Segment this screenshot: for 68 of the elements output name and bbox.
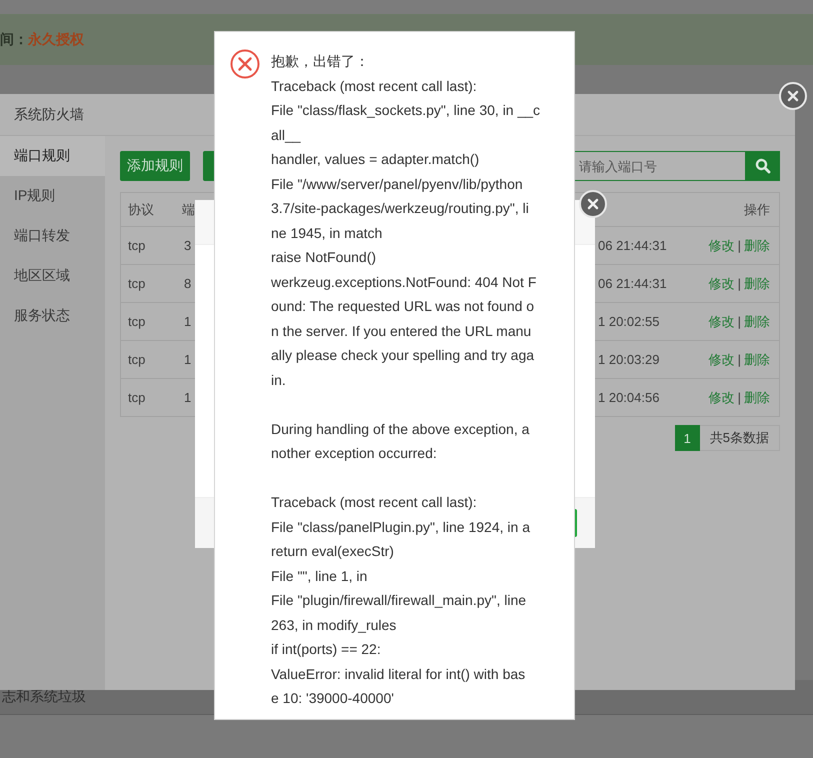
table-cell-text: 1 (183, 389, 192, 407)
edit-link[interactable]: 修改 (708, 350, 735, 368)
close-icon (787, 90, 799, 102)
delete-link[interactable]: 删除 (744, 236, 770, 254)
dialog-title: 系统防火墙 (14, 106, 84, 124)
error-line: File "class/panelPlugin.py", line 1924, in a (271, 518, 531, 537)
error-line: ValueError: invalid literal for int() with bas (271, 664, 526, 684)
delete-link[interactable]: 删除 (744, 388, 770, 406)
error-line: ally please check your spelling and try aga (271, 346, 536, 365)
delete-link[interactable]: 删除 (744, 312, 770, 330)
separator: | (738, 238, 741, 253)
column-header: 操作 (680, 193, 779, 227)
separator: | (738, 352, 741, 367)
column-header: 协议 (121, 193, 181, 227)
error-line: 3.7/site-packages/werkzeug/routing.py", li (271, 199, 530, 218)
error-icon (230, 49, 260, 79)
error-line: e 10: '39000-40000' (271, 689, 395, 708)
error-title: 抱歉，出错了： (271, 52, 370, 71)
table-cell: 06 21:44:31 (596, 227, 680, 265)
error-line: all__ (271, 126, 302, 145)
table-cell: 1 20:03:29 (596, 341, 680, 379)
total-count: 共5条数据 (700, 425, 780, 451)
close-icon (587, 198, 599, 210)
error-line: Traceback (most recent call last): (271, 493, 478, 512)
table-cell-text: 1 20:04:56 (597, 389, 660, 407)
table-cell: tcp (121, 265, 181, 303)
error-line: During handling of the above exception, a (271, 420, 530, 439)
error-line: in. (271, 370, 287, 390)
edit-link[interactable]: 修改 (708, 274, 735, 292)
table-cell: 06 21:44:31 (596, 265, 680, 303)
delete-link[interactable]: 删除 (744, 350, 770, 368)
error-line: handler, values = adapter.match() (271, 150, 480, 169)
table-cell: tcp (121, 341, 181, 379)
error-line: Traceback (most recent call last): (271, 76, 478, 96)
error-line: ound: The requested URL was not found o (271, 297, 536, 316)
add-rule-button[interactable]: 添加规则 (120, 151, 190, 181)
page-number[interactable]: 1 (674, 425, 700, 451)
table-cell: tcp (121, 303, 181, 341)
search-button[interactable] (745, 151, 780, 181)
error-line: return eval(execStr) (271, 542, 395, 561)
error-line: File "class/flask_sockets.py", line 30, in __c (271, 101, 540, 120)
error-line: werkzeug.exceptions.NotFound: 404 Not F (271, 272, 538, 292)
error-line: ne 1945, in match (271, 224, 384, 242)
license-label: 间： (0, 31, 28, 49)
error-line: nother exception occurred: (271, 444, 438, 463)
search-icon (754, 158, 770, 174)
close-button[interactable] (779, 82, 807, 110)
error-line: File "", line 1, in (271, 566, 368, 586)
table-cell-text: tcp (127, 389, 146, 407)
edit-link[interactable]: 修改 (708, 236, 735, 254)
separator: | (738, 276, 741, 291)
sidebar-item[interactable]: 端口规则 (0, 136, 105, 176)
delete-link[interactable]: 删除 (744, 274, 770, 292)
list-item-text: 志和系统垃圾 (2, 688, 86, 704)
error-line: if int(ports) == 22: (271, 640, 382, 659)
license-value: 永久授权 (28, 31, 84, 49)
separator: | (738, 314, 741, 329)
error-line: n the server. If you entered the URL manu (271, 322, 532, 341)
table-cell: tcp (121, 227, 181, 265)
error-line: File "plugin/firewall/firewall_main.py", line (271, 591, 528, 610)
edit-link[interactable]: 修改 (708, 388, 735, 406)
error-line: raise NotFound() (271, 248, 378, 267)
table-cell: 1 20:02:55 (596, 303, 680, 341)
error-line: 263, in modify_rules (271, 616, 398, 635)
search-field[interactable]: 请输入端口号 (575, 151, 745, 181)
edit-link[interactable]: 修改 (708, 312, 735, 330)
separator: | (738, 390, 741, 405)
error-line: File "/www/server/panel/pyenv/lib/python (271, 174, 524, 194)
